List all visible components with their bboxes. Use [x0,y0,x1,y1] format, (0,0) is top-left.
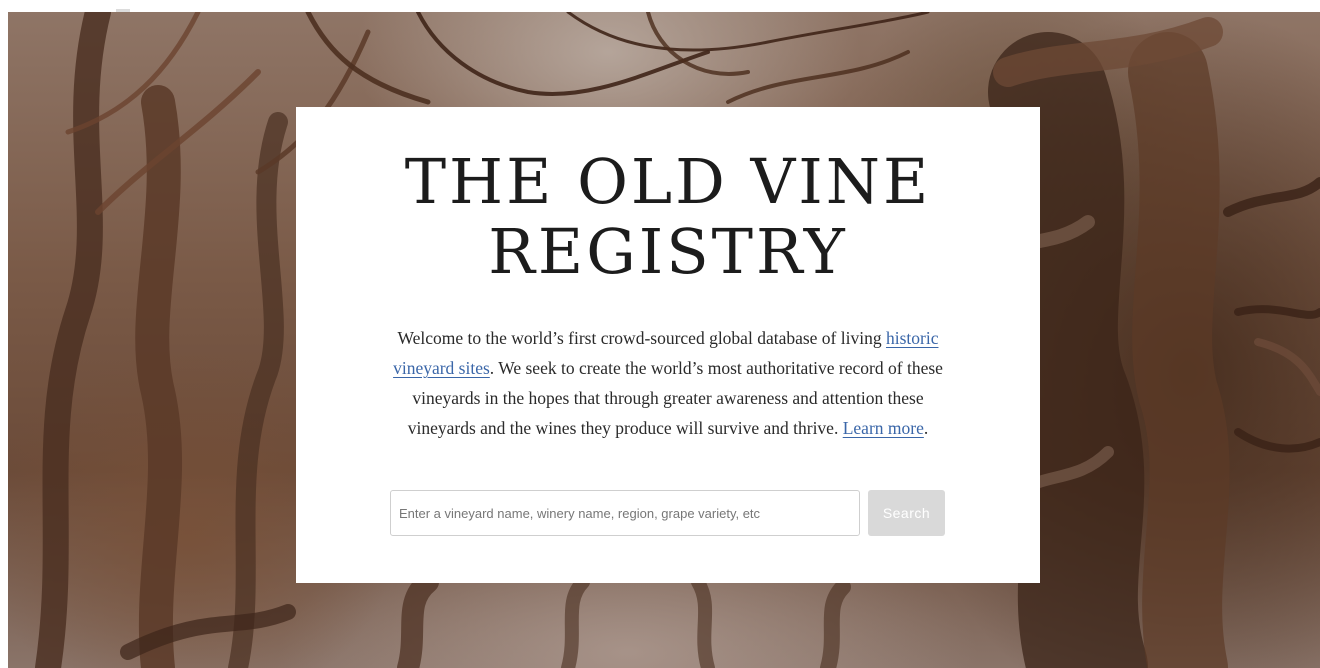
site-title-line-2: Registry [488,215,848,288]
welcome-card: The Old Vine Registry Welcome to the wor… [296,107,1040,583]
learn-more-link[interactable]: Learn more [843,418,924,438]
search-input[interactable] [390,490,860,536]
search-button[interactable]: Search [868,490,945,536]
intro-text-start: Welcome to the world’s first crowd-sourc… [397,328,886,348]
site-title: The Old Vine Registry [296,147,1040,287]
intro-paragraph: Welcome to the world’s first crowd-sourc… [388,323,948,443]
search-form: Search [390,490,946,536]
site-title-line-1: The Old Vine [404,145,932,218]
top-edge [0,0,1320,12]
page: The Old Vine Registry Welcome to the wor… [0,0,1320,668]
intro-text-end: . [923,418,929,438]
